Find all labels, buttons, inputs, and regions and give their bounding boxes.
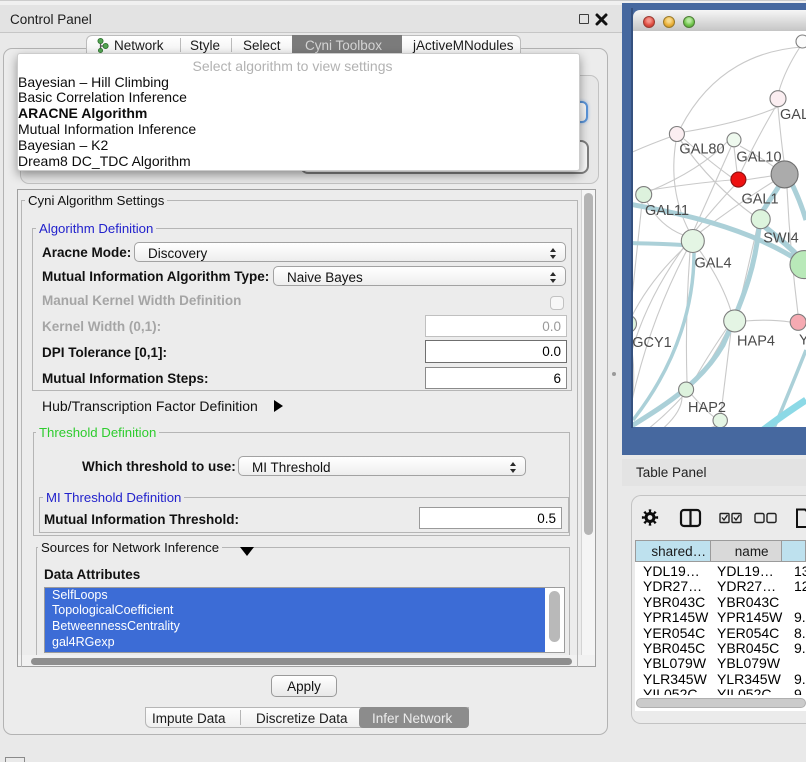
svg-text:GCY1: GCY1 [633, 335, 672, 351]
svg-text:GAL10: GAL10 [736, 150, 781, 166]
svg-text:HAP4: HAP4 [737, 334, 775, 350]
svg-text:HAP2: HAP2 [688, 400, 726, 416]
svg-text:GAL1: GAL1 [741, 192, 778, 208]
svg-text:SWI4: SWI4 [763, 231, 798, 247]
svg-text:Y: Y [799, 333, 806, 349]
svg-text:GAL11: GAL11 [645, 203, 689, 219]
svg-text:GAL4: GAL4 [694, 256, 731, 272]
svg-text:GAL7: GAL7 [780, 107, 806, 123]
svg-text:GAL80: GAL80 [679, 142, 724, 158]
